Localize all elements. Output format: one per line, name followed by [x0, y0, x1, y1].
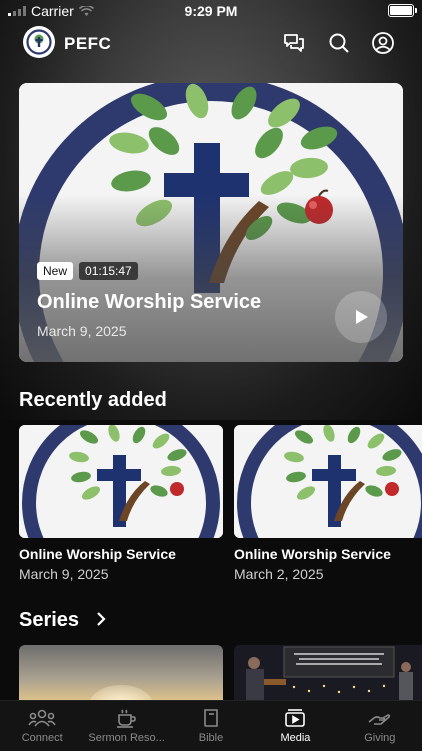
tab-bar: Connect Sermon Reso... Bible Media Givin… [0, 700, 422, 751]
book-icon [204, 709, 218, 727]
tab-bible[interactable]: Bible [169, 701, 253, 751]
media-date: March 2, 2025 [234, 566, 324, 582]
app-logo[interactable] [23, 26, 55, 58]
media-title: Online Worship Service [19, 546, 176, 562]
media-thumbnail [19, 425, 223, 538]
people-icon [28, 709, 56, 727]
tab-label: Connect [21, 732, 63, 744]
tab-sermon-resources[interactable]: Sermon Reso... [84, 701, 168, 751]
status-bar: Carrier 9:29 PM [0, 0, 422, 22]
chat-icon[interactable] [282, 31, 306, 55]
coffee-icon [116, 709, 136, 728]
media-date: March 9, 2025 [19, 566, 109, 582]
series-heading[interactable]: Series [19, 609, 79, 632]
tab-label: Media [280, 732, 311, 744]
featured-date: March 9, 2025 [37, 323, 127, 339]
tab-label: Giving [364, 732, 396, 744]
featured-title: Online Worship Service [37, 291, 262, 313]
media-thumbnail [234, 425, 422, 538]
tab-label: Sermon Reso... [88, 732, 165, 744]
media-icon [285, 709, 306, 727]
media-card[interactable]: Online Worship Service March 2, 2025 [234, 425, 422, 582]
recently-added-heading: Recently added [19, 389, 167, 411]
duration-badge: 01:15:47 [79, 262, 138, 280]
media-title: Online Worship Service [234, 546, 391, 562]
play-icon [356, 310, 368, 324]
app-name: PEFC [64, 34, 112, 53]
profile-icon[interactable] [371, 31, 395, 55]
series-card[interactable] [234, 645, 422, 705]
tab-giving[interactable]: Giving [338, 701, 422, 751]
series-card[interactable] [19, 645, 223, 705]
featured-sermon-card[interactable]: Princeto Church New 01:15:47 Online Wors… [19, 83, 403, 362]
tab-media[interactable]: Media [253, 701, 337, 751]
tab-label: Bible [198, 732, 224, 744]
battery-icon [388, 4, 417, 17]
search-icon[interactable] [327, 31, 351, 55]
media-card[interactable]: Online Worship Service March 9, 2025 [19, 425, 223, 582]
app-header: PEFC [0, 25, 422, 63]
tab-connect[interactable]: Connect [0, 701, 84, 751]
new-badge: New [37, 262, 74, 280]
chevron-right-icon[interactable] [95, 611, 107, 627]
worship-band-photo [234, 645, 422, 705]
play-button[interactable] [335, 291, 387, 343]
status-time: 9:29 PM [184, 3, 238, 19]
hand-icon [368, 714, 390, 725]
